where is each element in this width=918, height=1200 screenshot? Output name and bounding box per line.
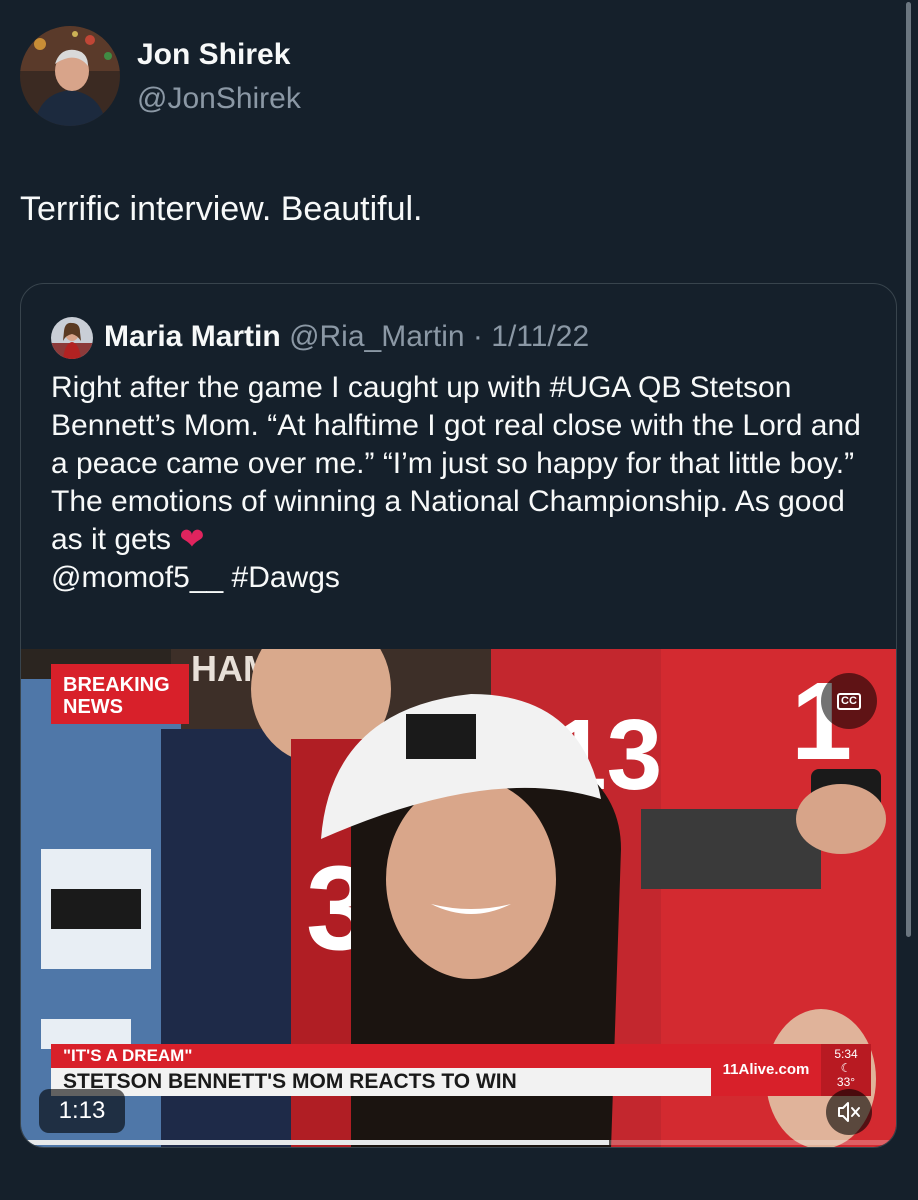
cc-icon: CC: [837, 692, 861, 710]
quoted-tweet-tail: @momof5__ #Dawgs: [51, 561, 340, 594]
author-handle[interactable]: @JonShirek: [137, 82, 301, 116]
video-duration: 1:13: [39, 1089, 125, 1133]
closed-captions-button[interactable]: CC: [821, 673, 877, 729]
tweet-text: Terrific interview. Beautiful.: [20, 190, 423, 228]
mute-button[interactable]: [826, 1089, 872, 1135]
broadcast-time: 5:34: [834, 1047, 858, 1061]
station-label: 11Alive.com: [711, 1044, 821, 1096]
quoted-tweet-text: Right after the game I caught up with #U…: [51, 369, 881, 597]
quoted-tweet-date[interactable]: 1/11/22: [491, 320, 589, 353]
quoted-tweet-body: Right after the game I caught up with #U…: [51, 371, 861, 556]
lower-third-headline: STETSON BENNETT'S MOM REACTS TO WIN: [51, 1068, 711, 1096]
author-name[interactable]: Jon Shirek: [137, 38, 290, 72]
lower-third-kicker: "IT'S A DREAM": [51, 1044, 711, 1068]
lower-third-banner: "IT'S A DREAM" STETSON BENNETT'S MOM REA…: [51, 1044, 711, 1098]
video-progress-fill: [21, 1140, 609, 1145]
quoted-author-handle[interactable]: @Ria_Martin: [289, 320, 465, 353]
breaking-line1: BREAKING: [63, 674, 170, 696]
moon-icon: ☾: [840, 1061, 852, 1075]
quoted-author-name[interactable]: Maria Martin: [104, 320, 281, 353]
quoted-tweet-card[interactable]: Maria Martin @Ria_Martin · 1/11/22 Right…: [20, 283, 897, 1148]
speaker-muted-icon: [838, 1102, 860, 1122]
temperature: 33°: [836, 1075, 856, 1089]
breaking-news-badge: BREAKING NEWS: [51, 664, 189, 724]
quoted-tweet-header: Maria Martin @Ria_Martin · 1/11/22: [104, 317, 589, 357]
header-separator: ·: [472, 320, 483, 353]
breaking-line2: NEWS: [63, 696, 123, 718]
video-player[interactable]: HAMPIONS 3 13 1: [21, 649, 896, 1147]
scrollbar-thumb[interactable]: [906, 2, 911, 937]
red-heart-icon: ❤: [179, 523, 205, 556]
author-avatar[interactable]: [20, 26, 120, 126]
quoted-author-avatar[interactable]: [51, 317, 93, 359]
tweet-page: Jon Shirek @JonShirek Terrific interview…: [0, 0, 918, 1200]
video-progress-bar[interactable]: [21, 1140, 896, 1145]
